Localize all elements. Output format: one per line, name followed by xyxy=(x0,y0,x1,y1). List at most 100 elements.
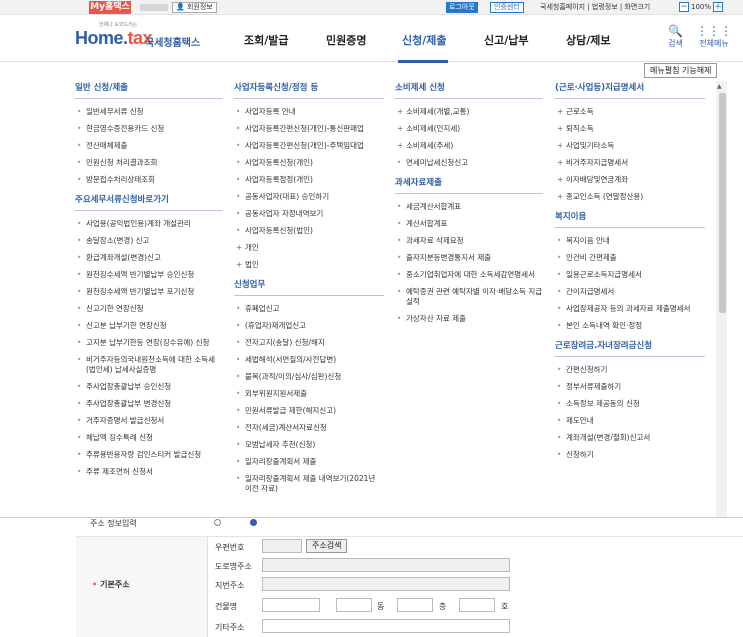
floor-input[interactable] xyxy=(397,598,433,612)
scroll-up-arrow-icon[interactable]: ▲ xyxy=(717,83,722,90)
menu-link[interactable]: • 사업자등록간편신청(개인)-주택임대업 xyxy=(234,141,384,151)
ho-input[interactable] xyxy=(459,598,495,612)
menu-link[interactable]: • 소득정보 제공동의 신청 xyxy=(555,399,705,409)
nav-certificate[interactable]: 민원증명 xyxy=(326,32,366,48)
menu-link[interactable]: • 주사업장총괄납부 승인신청 xyxy=(75,382,223,392)
menu-link[interactable]: • 주사업장총괄납부 변경신청 xyxy=(75,399,223,409)
menu-link[interactable]: + 사업및기타소득 xyxy=(555,141,705,151)
menu-link[interactable]: • 외부위원지원서제출 xyxy=(234,389,384,399)
menu-link[interactable]: • 민원신청 처리결과조회 xyxy=(75,158,223,168)
menu-link[interactable]: • 불복(과적/이의/심사/심판)신청 xyxy=(234,372,384,382)
menu-link[interactable]: + 근로소득 xyxy=(555,107,705,117)
menu-link[interactable]: • 가상자산 자료 제출 xyxy=(395,314,543,324)
search-button[interactable]: 🔍 검색 xyxy=(668,24,683,49)
menu-link[interactable]: • 예탁증권 관련 예탁자별 이자·배당소득 지급 실적 xyxy=(395,287,543,307)
menu-link[interactable]: • 인건비 간편제출 xyxy=(555,253,705,263)
menu-link[interactable]: • 계좌개설(변경/철회)신고서 xyxy=(555,433,705,443)
menu-link[interactable]: • 환급계좌개설(변경)신고 xyxy=(75,253,223,263)
menu-link[interactable]: + 비거주자지급명세서 xyxy=(555,158,705,168)
top-links[interactable]: 국세청홈페이지 | 법령정보 | 화면크기 xyxy=(540,3,650,12)
menu-link[interactable]: • 신청하기 xyxy=(555,450,705,460)
menu-link[interactable]: • 고지분 납부기한등 연장(징수유예) 신청 xyxy=(75,338,223,348)
menu-link[interactable]: • 전자(세금)계산서자료신청 xyxy=(234,423,384,433)
menu-link[interactable]: • 사업자등록신청(법인) xyxy=(234,226,384,236)
menu-link[interactable]: • 전자고지(송달) 신청/해지 xyxy=(234,338,384,348)
menu-link[interactable]: + 개인 xyxy=(234,243,384,253)
menu-link[interactable]: • 원천징수세액 반기별납부 승인신청 xyxy=(75,270,223,280)
menu-link[interactable]: + 소비제세(인지세) xyxy=(395,124,543,134)
menu-link[interactable]: • 일자리창출계획서 제출 xyxy=(234,457,384,467)
menu-link[interactable]: • 세금계산서합계표 xyxy=(395,202,543,212)
menu-link[interactable]: • 공동사업자 자정내역보기 xyxy=(234,209,384,219)
menu-link[interactable]: • 원천징수세액 반기별납부 포기신청 xyxy=(75,287,223,297)
menu-link[interactable]: + 이자배당및연금계좌 xyxy=(555,175,705,185)
menu-link[interactable]: • 본인 소득내역 확인·정정 xyxy=(555,321,705,331)
menu-link[interactable]: • 면세미납세신청신고 xyxy=(395,158,543,168)
menu-link[interactable]: + 법인 xyxy=(234,260,384,270)
menu-link[interactable]: • 출자지분등변경통지서 제출 xyxy=(395,253,543,263)
nav-application[interactable]: 신청/제출 xyxy=(402,32,447,48)
myhome-button[interactable]: My홈택스 xyxy=(89,1,131,14)
menu-link[interactable]: • 공동사업자(대표) 승인하기 xyxy=(234,192,384,202)
menu-link[interactable]: • 일용근로소득지급명세서 xyxy=(555,270,705,280)
menu-link[interactable]: • 신고분 납부기한 연장신청 xyxy=(75,321,223,331)
lot-address-input[interactable] xyxy=(262,577,510,591)
building-name-input[interactable] xyxy=(262,598,320,612)
menu-link[interactable]: • 전산매체제출 xyxy=(75,141,223,151)
menu-toggle-button[interactable]: 메뉴펼침 기능해제 xyxy=(644,63,718,78)
menu-link-label: 모범납세자 추천(신청) xyxy=(245,440,316,449)
menu-link[interactable]: • 제도안내 xyxy=(555,416,705,426)
menu-link[interactable]: • 과세자료 삭제요청 xyxy=(395,236,543,246)
zipcode-input[interactable] xyxy=(262,539,302,553)
menu-link[interactable]: • 사업자등록정정(개인) xyxy=(234,175,384,185)
menu-link[interactable]: • 간이지급명세서 xyxy=(555,287,705,297)
logout-button[interactable]: 로그아웃 xyxy=(446,2,478,13)
dong-input[interactable] xyxy=(336,598,372,612)
radio-option-1[interactable] xyxy=(214,519,221,526)
menu-link[interactable]: • 복지이음 안내 xyxy=(555,236,705,246)
menu-link[interactable]: • 중소기업취업자에 대한 소득세감면명세서 xyxy=(395,270,543,280)
road-address-input[interactable] xyxy=(262,558,510,572)
menu-link[interactable]: • 체납액 징수특례 신청 xyxy=(75,433,223,443)
menu-link[interactable]: • 방문접수처리상태조회 xyxy=(75,175,223,185)
allmenu-button[interactable]: ⋮⋮⋮ 전체메뉴 xyxy=(696,24,732,49)
zoom-in-button[interactable]: + xyxy=(713,2,723,12)
menu-link[interactable]: • 주류용반용자량 검인스티커 발급신청 xyxy=(75,450,223,460)
menu-link[interactable]: • 일반세무서류 신청 xyxy=(75,107,223,117)
menu-link[interactable]: • 비거주자등의국내원천소득에 대한 소득세(법인세) 납세사실증명 xyxy=(75,355,223,375)
nav-report-pay[interactable]: 신고/납부 xyxy=(484,32,529,48)
menu-link[interactable]: + 퇴직소득 xyxy=(555,124,705,134)
menu-link[interactable]: + 종교인소득 (연말정산용) xyxy=(555,192,705,202)
menu-link[interactable]: • 사업자등록간편신청(개인)-통신판매업 xyxy=(234,124,384,134)
menu-link[interactable]: • 세법해석(서면질의/사전답변) xyxy=(234,355,384,365)
other-address-input[interactable] xyxy=(262,619,510,633)
menu-link[interactable]: • 사업장제공자 등의 과세자료 제출명세서 xyxy=(555,304,705,314)
zoom-out-button[interactable]: − xyxy=(679,2,689,12)
menu-link[interactable]: • 현금영수증전용카드 신청 xyxy=(75,124,223,134)
menu-link[interactable]: + 소비제세(개별,교통) xyxy=(395,107,543,117)
cert-center-link[interactable]: 인증센터 xyxy=(490,2,524,13)
menu-link[interactable]: • 사업자등록 안내 xyxy=(234,107,384,117)
menu-link[interactable]: • 송달장소(변경) 신고 xyxy=(75,236,223,246)
menu-link[interactable]: • 사업자등록신청(개인) xyxy=(234,158,384,168)
radio-option-2[interactable] xyxy=(250,519,257,526)
menu-link[interactable]: • 주류 제조면허 신청서 xyxy=(75,467,223,477)
zip-search-button[interactable]: 주소검색 xyxy=(306,539,348,553)
menu-link[interactable]: • 모범납세자 추천(신청) xyxy=(234,440,384,450)
menu-link[interactable]: • 일자리창출계획서 제출 내역보기(2021년 이전 자료) xyxy=(234,474,384,494)
menu-link[interactable]: • 사업용(공익법인용)계좌 개설관리 xyxy=(75,219,223,229)
menu-link[interactable]: • 신고기한 연장신청 xyxy=(75,304,223,314)
menu-link[interactable]: • 거주자증명서 발급신청서 xyxy=(75,416,223,426)
member-info-button[interactable]: 👤 회원정보 xyxy=(172,2,217,13)
menu-link[interactable]: • (휴업자)재개업신고 xyxy=(234,321,384,331)
menu-link[interactable]: + 소비제세(주세) xyxy=(395,141,543,151)
nav-consult[interactable]: 상담/제보 xyxy=(566,32,611,48)
menu-link[interactable]: • 휴폐업신고 xyxy=(234,304,384,314)
menu-link[interactable]: • 정부서류제출하기 xyxy=(555,382,705,392)
menu-link[interactable]: • 간편신청하기 xyxy=(555,365,705,375)
menu-link[interactable]: • 민원서류발급 제한(해지신고) xyxy=(234,406,384,416)
menu-link[interactable]: • 계산서합계표 xyxy=(395,219,543,229)
menu-scrollbar-thumb[interactable] xyxy=(719,93,726,313)
nav-inquiry[interactable]: 조회/발급 xyxy=(244,32,289,48)
menu-link-label: 본인 소득내역 확인·정정 xyxy=(566,321,643,330)
